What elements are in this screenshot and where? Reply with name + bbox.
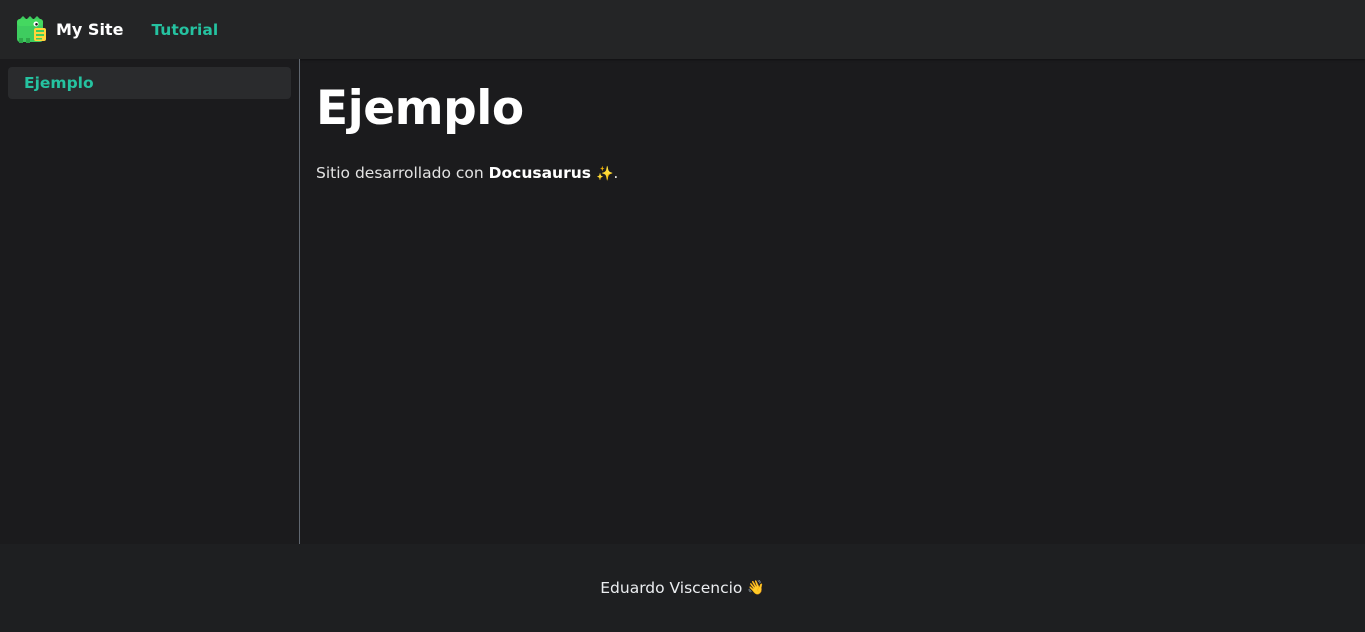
main-content: Ejemplo Sitio desarrollado con Docusauru…	[300, 59, 1365, 544]
site-title: My Site	[56, 20, 124, 39]
sidebar-item-ejemplo[interactable]: Ejemplo	[8, 67, 291, 99]
doc-paragraph: Sitio desarrollado con Docusaurus ✨.	[316, 164, 1365, 182]
footer-text: Eduardo Viscencio	[600, 579, 743, 597]
nav-link-tutorial[interactable]: Tutorial	[151, 21, 218, 39]
dinosaur-logo-icon	[17, 15, 46, 43]
sparkles-icon: ✨	[595, 166, 614, 182]
navbar: My Site Tutorial	[0, 0, 1365, 59]
footer: Eduardo Viscencio 👋	[0, 544, 1365, 632]
waving-hand-icon: 👋	[747, 580, 765, 596]
sidebar: Ejemplo	[0, 59, 300, 544]
paragraph-suffix: .	[613, 164, 619, 182]
paragraph-bold-text: Docusaurus	[488, 164, 591, 182]
brand-link[interactable]: My Site	[16, 15, 124, 44]
page-title: Ejemplo	[316, 81, 524, 136]
paragraph-text: Sitio desarrollado con	[316, 164, 489, 182]
